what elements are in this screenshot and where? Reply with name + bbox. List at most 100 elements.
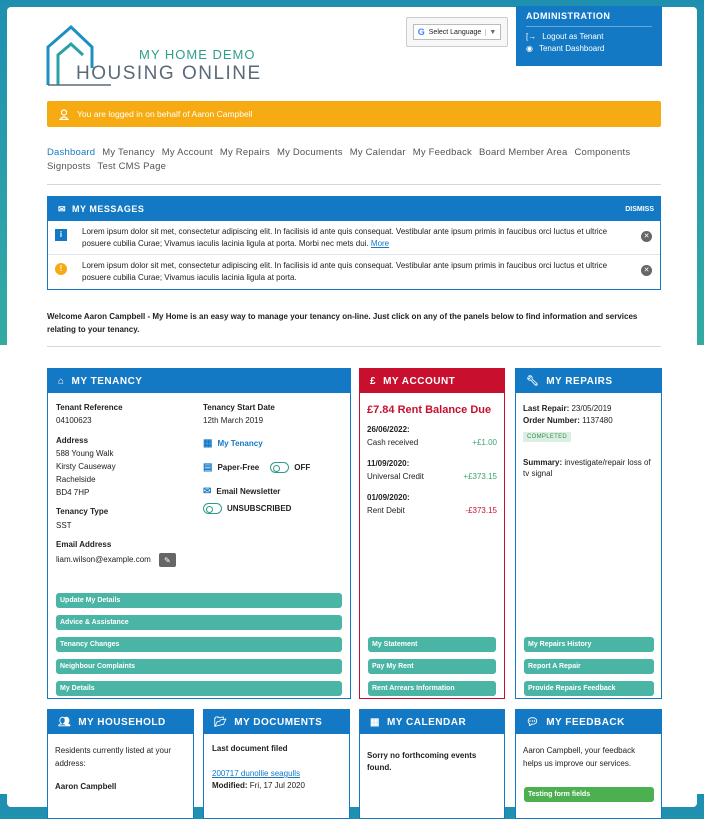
newsletter-toggle[interactable] [203,503,222,514]
report-repair-button[interactable]: Report A Repair [524,659,654,674]
newsletter-row: ✉ Email Newsletter [203,486,280,497]
testing-form-fields-button[interactable]: Testing form fields [524,787,654,802]
nav-test-cms-page[interactable]: Test CMS Page [98,160,167,174]
administration-panel: ADMINISTRATION [→ Logout as Tenant ◉ Ten… [516,6,662,66]
user-icon [59,108,69,120]
wrench-icon: 🔧︎ [526,375,540,387]
nav-my-calendar[interactable]: My Calendar [350,146,406,160]
account-title: MY ACCOUNT [383,375,456,387]
rent-balance: £7.84 Rent Balance Due [367,404,492,416]
nav-my-feedback[interactable]: My Feedback [413,146,472,160]
repairs-header[interactable]: 🔧︎ MY REPAIRS [516,369,661,393]
my-details-button[interactable]: My Details [56,681,342,696]
chat-icon: 💬︎ [526,716,540,728]
documents-panel: 📂︎ MY DOCUMENTS Last document filed 2007… [203,709,350,819]
tenancy-start-label: Tenancy Start Date [203,403,275,412]
paper-free-state: OFF [294,463,311,472]
feedback-text: Aaron Campbell, your feedback helps us i… [523,746,636,768]
alert-text: You are logged in on behalf of Aaron Cam… [77,109,253,119]
documents-header[interactable]: 📂︎ MY DOCUMENTS [204,710,349,734]
tenant-dashboard-link[interactable]: ◉ Tenant Dashboard [526,44,652,53]
nav-signposts[interactable]: Signposts [47,160,91,174]
household-intro: Residents currently listed at your addre… [55,746,172,768]
last-repair-row: Last Repair: 23/05/2019 [523,403,612,414]
translate-widget[interactable]: G Select Language ▼ [406,17,508,47]
calendar-icon: ▦ [203,438,213,449]
tenancy-title: MY TENANCY [71,375,143,387]
status-badge-label: COMPLETED [523,432,572,442]
paper-free-label: Paper-Free [217,463,260,472]
feedback-panel: 💬︎ MY FEEDBACK Aaron Campbell, your feed… [515,709,662,819]
calendar-title: MY CALENDAR [386,716,467,728]
repairs-panel: 🔧︎ MY REPAIRS Last Repair: 23/05/2019 Or… [515,368,662,699]
nav-board-member-area[interactable]: Board Member Area [479,146,567,160]
tenancy-header[interactable]: ⌂ MY TENANCY [48,369,350,393]
repairs-title: MY REPAIRS [546,375,613,387]
nav-my-account[interactable]: My Account [162,146,213,160]
my-statement-button[interactable]: My Statement [368,637,496,652]
account-header[interactable]: £ MY ACCOUNT [360,369,504,393]
nav-components[interactable]: Components [574,146,630,160]
rent-arrears-button[interactable]: Rent Arrears Information [368,681,496,696]
document-link[interactable]: 200717 dunollie seagulls [212,768,300,779]
divider [47,184,661,185]
neighbour-complaints-button[interactable]: Neighbour Complaints [56,659,342,674]
transaction-desc: Cash received [367,438,419,447]
dismiss-button[interactable]: DISMISS [625,206,654,213]
transaction-date: 01/09/2020: [367,493,410,502]
transaction-date: 26/06/2022: [367,425,410,434]
logout-as-tenant-label: Logout as Tenant [542,32,604,41]
nav-dashboard[interactable]: Dashboard [47,146,95,160]
nav-my-tenancy[interactable]: My Tenancy [102,146,155,160]
feedback-title: MY FEEDBACK [546,716,625,728]
tenant-dashboard-label: Tenant Dashboard [538,44,605,53]
modified-value: Fri, 17 Jul 2020 [249,781,305,790]
warning-icon: ! [55,263,67,275]
advice-assistance-button[interactable]: Advice & Assistance [56,615,342,630]
newsletter-icon: ✉ [203,486,212,497]
account-panel: £ MY ACCOUNT £7.84 Rent Balance Due 26/0… [359,368,505,699]
language-select-label: Select Language [428,28,482,36]
email-value: liam.wilson@example.com [56,555,151,565]
pay-my-rent-button[interactable]: Pay My Rent [368,659,496,674]
feedback-header[interactable]: 💬︎ MY FEEDBACK [516,710,661,734]
welcome-text: Welcome Aaron Campbell - My Home is an e… [47,312,638,334]
close-icon[interactable]: ✕ [641,231,652,242]
repairs-history-button[interactable]: My Repairs History [524,637,654,652]
tenancy-changes-button[interactable]: Tenancy Changes [56,637,342,652]
status-badge: COMPLETED [523,430,572,442]
paper-free-row: ▤ Paper-Free OFF [203,462,310,473]
address-line: 588 Young Walk [56,449,114,458]
calendar-empty-text: Sorry no forthcoming events found. [367,751,477,772]
update-my-details-button[interactable]: Update My Details [56,593,342,608]
my-tenancy-link[interactable]: ▦ My Tenancy [203,438,263,449]
close-icon[interactable]: ✕ [641,265,652,276]
household-header[interactable]: 👥︎ MY HOUSEHOLD [48,710,193,734]
tenancy-type-label: Tenancy Type [56,507,109,516]
modified-label: Modified: [212,781,248,790]
message-more-link[interactable]: More [371,239,389,248]
message-item: i Lorem ipsum dolor sit met, consectetur… [48,221,660,255]
newsletter-state: UNSUBSCRIBED [227,504,292,513]
language-select[interactable]: G Select Language ▼ [412,24,502,40]
documents-heading: Last document filed [212,744,288,753]
repairs-feedback-button[interactable]: Provide Repairs Feedback [524,681,654,696]
nav-my-documents[interactable]: My Documents [277,146,343,160]
transaction-date: 11/09/2020: [367,459,410,468]
newsletter-toggle-row: UNSUBSCRIBED [203,503,291,514]
google-icon: G [417,27,425,37]
logo-title: HOUSING ONLINE [76,63,262,84]
edit-pencil-icon[interactable]: ✎ [158,553,176,567]
modified-row: Modified: Fri, 17 Jul 2020 [212,780,305,791]
logout-as-tenant-link[interactable]: [→ Logout as Tenant [526,32,652,41]
last-repair-label: Last Repair: [523,404,570,413]
calendar-header[interactable]: ▦ MY CALENDAR [360,710,504,734]
chevron-down-icon: ▼ [485,28,496,36]
nav-my-repairs[interactable]: My Repairs [220,146,270,160]
message-text: Lorem ipsum dolor sit met, consectetur a… [82,227,608,248]
documents-title: MY DOCUMENTS [234,716,323,728]
paper-free-toggle[interactable] [270,462,290,473]
address-line: BD4 7HP [56,488,90,497]
transaction-amount: +£373.15 [463,472,497,481]
tenant-reference-value: 04100623 [56,416,92,425]
